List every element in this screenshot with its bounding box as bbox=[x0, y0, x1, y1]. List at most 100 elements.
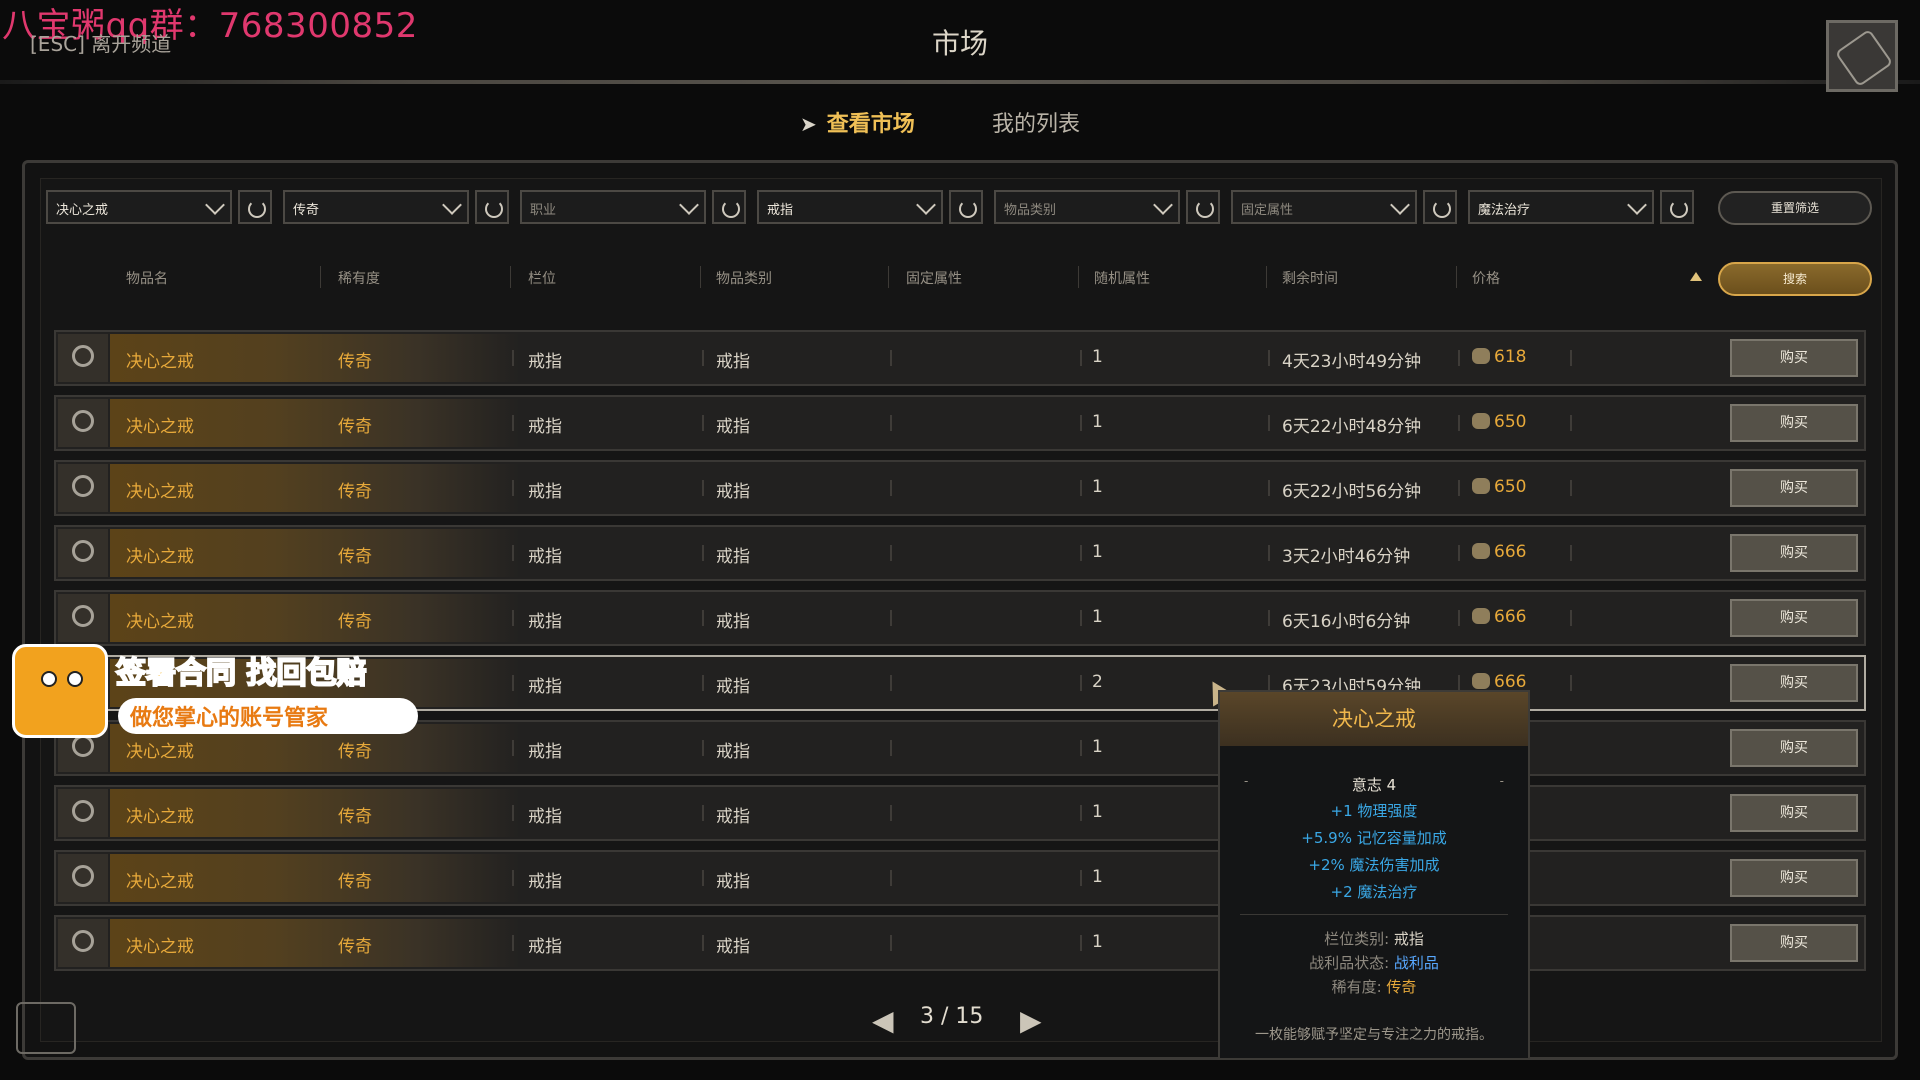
column-header[interactable]: 固定属性 bbox=[906, 268, 962, 288]
buy-button[interactable]: 购买 bbox=[1730, 339, 1858, 377]
price: 650 bbox=[1494, 412, 1527, 432]
column-header[interactable]: 稀有度 bbox=[338, 268, 380, 288]
buy-button[interactable]: 购买 bbox=[1730, 924, 1858, 962]
item-category: 戒指 bbox=[716, 482, 750, 502]
table-row[interactable]: 决心之戒 传奇 戒指 戒指 1 6天22小时56分钟 650 购买 bbox=[54, 460, 1866, 516]
item-slot[interactable] bbox=[58, 399, 108, 447]
column-divider bbox=[888, 266, 889, 288]
item-slot[interactable] bbox=[58, 529, 108, 577]
refresh-button[interactable] bbox=[1186, 190, 1220, 224]
buy-button[interactable]: 购买 bbox=[1730, 794, 1858, 832]
arrow-left-icon[interactable]: ◀ bbox=[872, 1004, 894, 1037]
tab-my-list[interactable]: 我的列表 bbox=[992, 106, 1080, 138]
column-header[interactable]: 物品名 bbox=[126, 268, 168, 288]
item-slot[interactable] bbox=[58, 854, 108, 902]
time-remaining: 6天16小时6分钟 bbox=[1282, 612, 1411, 632]
buy-button[interactable]: 购买 bbox=[1730, 664, 1858, 702]
table-row[interactable]: 决心之戒 传奇 戒指 戒指 1 4天23小时49分钟 618 购买 bbox=[54, 330, 1866, 386]
tab-view-market[interactable]: ➤ 查看市场 bbox=[800, 106, 915, 138]
cell-divider bbox=[702, 610, 704, 626]
item-slot[interactable] bbox=[58, 334, 108, 382]
cell-divider bbox=[512, 675, 514, 691]
filter-class[interactable]: 职业 bbox=[520, 190, 706, 224]
column-divider bbox=[510, 266, 511, 288]
cell-divider bbox=[512, 805, 514, 821]
cell-divider bbox=[1458, 350, 1460, 366]
buy-button[interactable]: 购买 bbox=[1730, 859, 1858, 897]
menu-corner-button[interactable] bbox=[1826, 20, 1898, 92]
column-header[interactable]: 随机属性 bbox=[1094, 268, 1150, 288]
item-category: 戒指 bbox=[716, 547, 750, 567]
buy-button[interactable]: 购买 bbox=[1730, 469, 1858, 507]
price: 666 bbox=[1494, 607, 1527, 627]
cell-divider bbox=[702, 350, 704, 366]
random-attr-count: 1 bbox=[1092, 477, 1103, 497]
item-name: 决心之戒 bbox=[126, 937, 194, 957]
refresh-button[interactable] bbox=[1660, 190, 1694, 224]
filter-fixed-attr[interactable]: 固定属性 bbox=[1231, 190, 1417, 224]
tooltip-slot-label: 栏位类别: bbox=[1324, 930, 1390, 948]
refresh-button[interactable] bbox=[475, 190, 509, 224]
tooltip-bonus-stat: +2% 魔法伤害加成 bbox=[1308, 856, 1440, 874]
filter-rarity[interactable]: 传奇 bbox=[283, 190, 469, 224]
buy-button[interactable]: 购买 bbox=[1730, 534, 1858, 572]
cell-divider bbox=[702, 415, 704, 431]
item-name: 决心之戒 bbox=[126, 872, 194, 892]
promo-headline: 签署合同 找回包赔 bbox=[115, 655, 367, 692]
cell-divider bbox=[890, 480, 892, 496]
cell-divider bbox=[1268, 675, 1270, 691]
cell-divider bbox=[1268, 350, 1270, 366]
tab-arrow-icon: ➤ bbox=[800, 112, 817, 136]
item-slot[interactable] bbox=[58, 919, 108, 967]
arrow-right-icon[interactable]: ▶ bbox=[1020, 1004, 1042, 1037]
table-row[interactable]: 决心之戒 传奇 戒指 戒指 1 购买 bbox=[54, 915, 1866, 971]
column-header[interactable]: 物品类别 bbox=[716, 268, 772, 288]
filter-slot[interactable]: 戒指 bbox=[757, 190, 943, 224]
table-row[interactable]: 决心之戒 传奇 戒指 戒指 1 6天16小时6分钟 666 购买 bbox=[54, 590, 1866, 646]
refresh-button[interactable] bbox=[949, 190, 983, 224]
item-slot[interactable] bbox=[58, 464, 108, 512]
column-header[interactable]: 剩余时间 bbox=[1282, 268, 1338, 288]
refresh-button[interactable] bbox=[238, 190, 272, 224]
filter-item-category[interactable]: 物品类别 bbox=[994, 190, 1180, 224]
ring-icon bbox=[72, 475, 94, 497]
table-row[interactable]: 决心之戒 传奇 戒指 戒指 1 3天2小时46分钟 666 购买 bbox=[54, 525, 1866, 581]
item-slot-text: 戒指 bbox=[528, 352, 562, 372]
item-slot-text: 戒指 bbox=[528, 612, 562, 632]
cell-divider bbox=[702, 935, 704, 951]
item-slot[interactable] bbox=[58, 789, 108, 837]
table-row[interactable]: 决心之戒 传奇 戒指 戒指 1 购买 bbox=[54, 850, 1866, 906]
column-header[interactable]: 栏位 bbox=[528, 268, 556, 288]
refresh-icon bbox=[1433, 200, 1451, 218]
refresh-icon bbox=[959, 200, 977, 218]
item-category: 戒指 bbox=[716, 677, 750, 697]
tooltip-loot-line: 战利品状态: 战利品 bbox=[1220, 952, 1528, 973]
item-slot[interactable] bbox=[58, 594, 108, 642]
reset-filters-button[interactable]: 重置筛选 bbox=[1718, 191, 1872, 225]
column-header[interactable]: 价格 bbox=[1472, 268, 1500, 288]
item-category: 戒指 bbox=[716, 937, 750, 957]
refresh-button[interactable] bbox=[712, 190, 746, 224]
buy-button[interactable]: 购买 bbox=[1730, 729, 1858, 767]
cell-divider bbox=[1080, 350, 1082, 366]
cell-divider bbox=[890, 740, 892, 756]
cell-divider bbox=[702, 870, 704, 886]
cell-divider bbox=[512, 480, 514, 496]
table-row[interactable]: 决心之戒 传奇 戒指 戒指 1 购买 bbox=[54, 785, 1866, 841]
tooltip-rarity-value: 传奇 bbox=[1386, 978, 1417, 996]
tooltip-base-stat: 意志 4 bbox=[1351, 776, 1397, 794]
time-remaining: 3天2小时46分钟 bbox=[1282, 547, 1411, 567]
filter-item-name[interactable]: 决心之戒 bbox=[46, 190, 232, 224]
buy-button[interactable]: 购买 bbox=[1730, 404, 1858, 442]
buy-button[interactable]: 购买 bbox=[1730, 599, 1858, 637]
cell-divider bbox=[890, 805, 892, 821]
item-category: 戒指 bbox=[716, 352, 750, 372]
filter-random-attr[interactable]: 魔法治疗 bbox=[1468, 190, 1654, 224]
table-row[interactable]: 决心之戒 传奇 戒指 戒指 1 6天22小时48分钟 650 购买 bbox=[54, 395, 1866, 451]
search-button[interactable]: 搜索 bbox=[1718, 262, 1872, 296]
refresh-button[interactable] bbox=[1423, 190, 1457, 224]
sort-asc-icon[interactable] bbox=[1690, 272, 1702, 281]
cell-divider bbox=[1080, 415, 1082, 431]
chevron-down-icon bbox=[679, 195, 699, 215]
item-name: 决心之戒 bbox=[126, 807, 194, 827]
